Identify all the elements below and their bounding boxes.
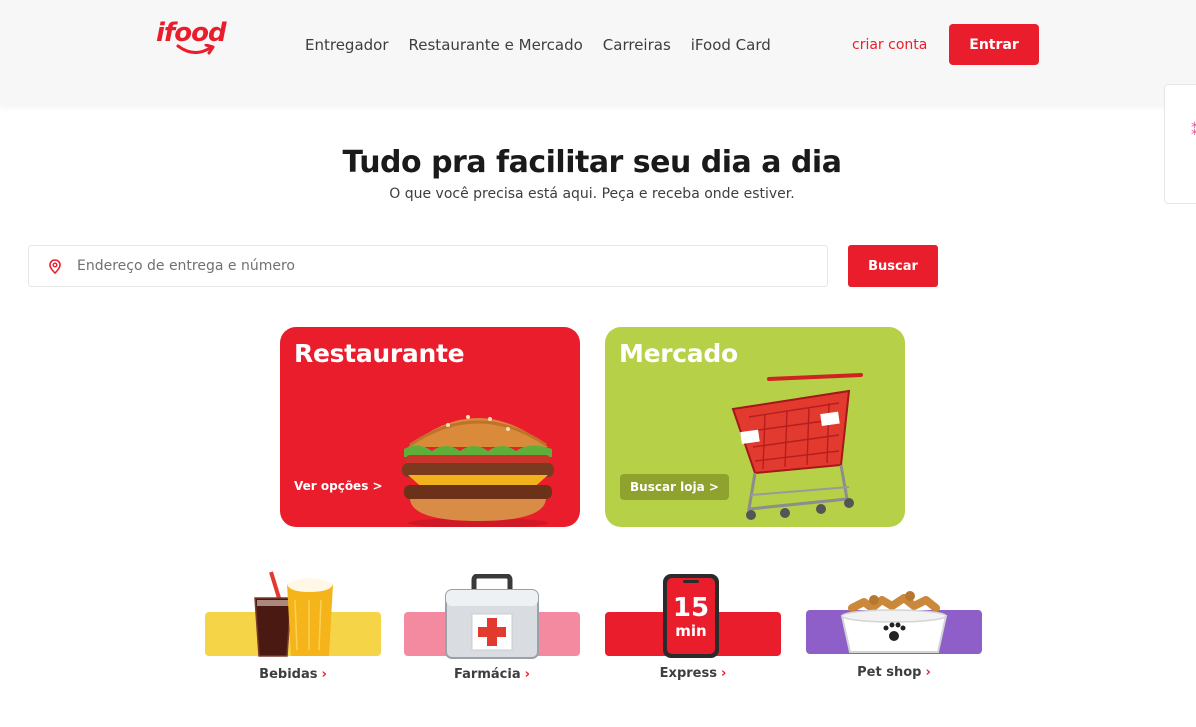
- express-number: 15: [673, 593, 709, 623]
- mercado-title: Mercado: [619, 339, 738, 368]
- shopping-cart-image: [731, 373, 863, 520]
- farmacia-chevron-icon: ›: [524, 667, 530, 682]
- entrar-button[interactable]: Entrar: [949, 24, 1039, 65]
- bebidas-chevron-icon: ›: [321, 667, 327, 682]
- address-search-box: [28, 245, 828, 287]
- main-nav: Entregador Restaurante e Mercado Carreir…: [305, 34, 771, 56]
- express-unit: min: [675, 622, 706, 640]
- nav-entregador[interactable]: Entregador: [305, 34, 389, 56]
- burger-image: [402, 415, 554, 527]
- buscar-button[interactable]: Buscar: [848, 245, 938, 287]
- pet-bowl-image: [840, 591, 948, 653]
- express-label: Express ›: [659, 666, 727, 681]
- location-pin-icon: [49, 259, 61, 274]
- category-bebidas[interactable]: Bebidas ›: [205, 570, 385, 690]
- category-farmacia[interactable]: Farmácia ›: [404, 570, 584, 690]
- nav-carreiras[interactable]: Carreiras: [603, 34, 671, 56]
- bebidas-label: Bebidas ›: [259, 667, 327, 682]
- buscar-loja-button[interactable]: Buscar loja >: [620, 474, 729, 500]
- express-chevron-icon: ›: [720, 666, 727, 681]
- ver-opcoes-link[interactable]: Ver opções >: [294, 479, 383, 493]
- logo-smile-icon: [176, 44, 215, 55]
- pet-shop-chevron-icon: ›: [925, 665, 931, 680]
- restaurante-card[interactable]: Restaurante Ver opções >: [280, 327, 580, 527]
- restaurante-title: Restaurante: [294, 339, 465, 368]
- drinks-image: [254, 571, 333, 657]
- phone-15min-icon: 15 min: [663, 574, 719, 658]
- category-express[interactable]: 15 min Express ›: [605, 570, 785, 690]
- nav-ifood-card[interactable]: iFood Card: [691, 34, 771, 56]
- side-widget-icon: ⁑: [1191, 123, 1196, 139]
- ifood-logo[interactable]: ifood: [156, 18, 238, 68]
- nav-restaurante-mercado[interactable]: Restaurante e Mercado: [409, 34, 583, 56]
- pet-shop-label: Pet shop ›: [857, 665, 931, 680]
- address-input[interactable]: [77, 254, 817, 278]
- top-header: ifood Entregador Restaurante e Mercado C…: [0, 0, 1196, 106]
- hero-title: Tudo pra facilitar seu dia a dia: [342, 145, 842, 180]
- criar-conta-link[interactable]: criar conta: [852, 34, 927, 56]
- hero-subtitle: O que você precisa está aqui. Peça e rec…: [389, 186, 795, 202]
- category-pet-shop[interactable]: Pet shop ›: [806, 570, 986, 690]
- mercado-card[interactable]: Mercado Buscar loja >: [605, 327, 905, 527]
- medical-kit-image: [445, 574, 539, 659]
- farmacia-label: Farmácia ›: [454, 667, 530, 682]
